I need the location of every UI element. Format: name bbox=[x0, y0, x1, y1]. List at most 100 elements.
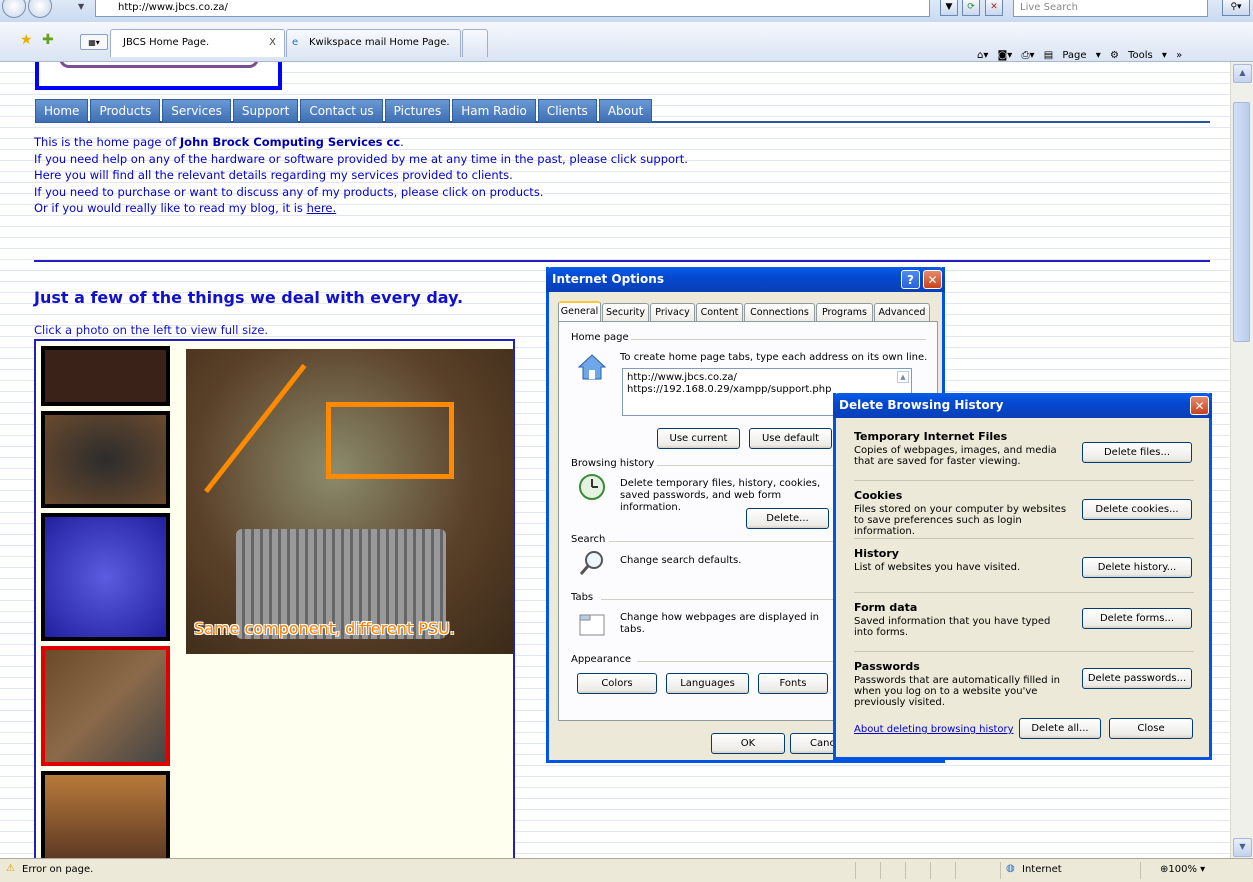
tab-advanced[interactable]: Advanced bbox=[874, 303, 930, 321]
chevron-more-icon[interactable]: » bbox=[1176, 50, 1182, 61]
tools-menu[interactable]: ⚙ Tools ▾ bbox=[1110, 50, 1167, 61]
use-current-button[interactable]: Use current bbox=[657, 428, 740, 449]
home-icon[interactable]: ⌂▾ bbox=[977, 50, 988, 61]
url-dropdown-icon[interactable]: ▼ bbox=[940, 0, 958, 16]
thumbnail-screen[interactable] bbox=[41, 346, 170, 406]
close-button[interactable]: Close bbox=[1109, 718, 1193, 739]
options-tabs: General Security Privacy Content Connect… bbox=[558, 301, 938, 322]
section-divider bbox=[854, 480, 1194, 481]
delete-forms-button[interactable]: Delete forms... bbox=[1082, 608, 1192, 629]
status-divider bbox=[880, 862, 881, 879]
thumbnail-cpu[interactable] bbox=[41, 513, 170, 641]
divider bbox=[34, 260, 1210, 262]
delete-history-button[interactable]: Delete... bbox=[746, 508, 829, 529]
gallery-hint: Click a photo on the left to view full s… bbox=[34, 323, 269, 337]
fonts-button[interactable]: Fonts bbox=[758, 673, 828, 694]
tab-close-icon[interactable]: X bbox=[269, 30, 276, 56]
zoom-level[interactable]: ⊕100% ▾ bbox=[1160, 864, 1205, 875]
tab-general[interactable]: General bbox=[558, 301, 601, 322]
scroll-down-icon[interactable]: ▼ bbox=[1233, 838, 1252, 857]
home-page-text: To create home page tabs, type each addr… bbox=[620, 352, 928, 363]
ok-button[interactable]: OK bbox=[711, 733, 785, 754]
nav-clients[interactable]: Clients bbox=[537, 99, 597, 123]
scroll-up-icon[interactable]: ▲ bbox=[1233, 64, 1252, 83]
stop-icon[interactable]: ✕ bbox=[985, 0, 1003, 16]
globe-icon: ◍ bbox=[1006, 863, 1015, 874]
add-favorite-icon[interactable]: ✚ bbox=[42, 32, 54, 48]
print-icon[interactable]: ⎙▾ bbox=[1021, 50, 1034, 61]
status-divider bbox=[905, 862, 906, 879]
section-heading: Just a few of the things we deal with ev… bbox=[34, 288, 464, 307]
search-icon[interactable]: ⚲▾ bbox=[1222, 0, 1250, 16]
search-input[interactable]: Live Search bbox=[1013, 0, 1208, 17]
status-divider bbox=[930, 862, 931, 879]
delete-cookies-button[interactable]: Delete cookies... bbox=[1082, 499, 1192, 520]
new-tab-button[interactable] bbox=[462, 29, 488, 57]
forward-button[interactable] bbox=[28, 0, 52, 18]
main-photo: Same component, different PSU. bbox=[186, 349, 514, 654]
logo-shape bbox=[59, 62, 259, 68]
status-message[interactable]: Error on page. bbox=[22, 864, 93, 875]
url-input[interactable]: http://www.jbcs.co.za/ bbox=[95, 0, 930, 17]
about-deleting-history-link[interactable]: About deleting browsing history bbox=[854, 724, 1014, 735]
security-zone: Internet bbox=[1022, 864, 1062, 875]
tabs-text: Change how webpages are displayed in tab… bbox=[620, 612, 819, 635]
section-title: Temporary Internet Files bbox=[854, 430, 1008, 443]
quick-tabs-icon[interactable]: ▦▾ bbox=[80, 34, 108, 50]
nav-ham-radio[interactable]: Ham Radio bbox=[452, 99, 536, 123]
scroll-thumb[interactable] bbox=[1233, 102, 1250, 342]
nav-about[interactable]: About bbox=[598, 99, 653, 123]
help-icon[interactable]: ? bbox=[901, 270, 920, 289]
section-description: Saved information that you have typed in… bbox=[854, 616, 1051, 638]
intro-text: This is the home page of John Brock Comp… bbox=[34, 134, 934, 217]
delete-history-button[interactable]: Delete history... bbox=[1082, 557, 1192, 578]
favorites-star-icon[interactable]: ★ bbox=[20, 32, 33, 48]
warning-icon[interactable]: ⚠ bbox=[6, 863, 15, 874]
tab-content[interactable]: Content bbox=[696, 303, 743, 321]
nav-home[interactable]: Home bbox=[35, 99, 89, 123]
scroll-up-icon[interactable]: ▲ bbox=[897, 371, 909, 383]
nav-products[interactable]: Products bbox=[90, 99, 161, 123]
site-nav: Home Products Services Support Contact u… bbox=[35, 99, 1210, 123]
gear-icon: ⚙ bbox=[1109, 50, 1119, 61]
home-page-icon bbox=[577, 352, 607, 382]
tab-programs[interactable]: Programs bbox=[816, 303, 873, 321]
section-description: Copies of webpages, images, and media th… bbox=[854, 445, 1057, 467]
dialog-titlebar[interactable]: Delete Browsing History ✕ bbox=[833, 393, 1212, 418]
delete-passwords-button[interactable]: Delete passwords... bbox=[1082, 668, 1192, 689]
languages-button[interactable]: Languages bbox=[666, 673, 749, 694]
nav-contact-us[interactable]: Contact us bbox=[300, 99, 383, 123]
tab-label: JBCS Home Page. bbox=[123, 37, 210, 48]
nav-services[interactable]: Services bbox=[162, 99, 231, 123]
tab-security[interactable]: Security bbox=[602, 303, 649, 321]
vertical-scrollbar[interactable]: ▲ ▼ bbox=[1230, 62, 1253, 858]
tab-privacy[interactable]: Privacy bbox=[650, 303, 695, 321]
dialog-titlebar[interactable]: Internet Options ? ✕ bbox=[546, 267, 945, 292]
thumbnail-psu-selected[interactable] bbox=[41, 646, 170, 766]
company-name: John Brock Computing Services cc bbox=[179, 135, 401, 149]
thumbnail-socket[interactable] bbox=[41, 411, 170, 508]
tab-kwikspace-mail[interactable]: e Kwikspace mail Home Page. bbox=[286, 29, 461, 57]
use-default-button[interactable]: Use default bbox=[749, 428, 832, 449]
back-button[interactable] bbox=[2, 0, 26, 18]
refresh-icon[interactable]: ⟳ bbox=[962, 0, 980, 16]
tab-jbcs-home[interactable]: JBCS Home Page. X bbox=[110, 29, 285, 57]
feeds-icon[interactable]: ◙▾ bbox=[998, 50, 1013, 61]
status-bar: ⚠ Error on page. ◍ Internet ⊕100% ▾ bbox=[0, 858, 1253, 882]
tab-connections[interactable]: Connections bbox=[744, 303, 815, 321]
delete-all-button[interactable]: Delete all... bbox=[1019, 718, 1101, 739]
nav-buttons bbox=[2, 0, 58, 18]
group-label: Appearance bbox=[571, 654, 632, 665]
delete-files-button[interactable]: Delete files... bbox=[1082, 442, 1192, 463]
nav-support[interactable]: Support bbox=[232, 99, 299, 123]
colors-button[interactable]: Colors bbox=[577, 673, 657, 694]
page-menu[interactable]: ▤ Page ▾ bbox=[1044, 50, 1101, 61]
search-magnifier-icon bbox=[577, 548, 607, 578]
close-icon[interactable]: ✕ bbox=[1190, 396, 1209, 415]
group-label: Tabs bbox=[571, 592, 594, 603]
blog-link[interactable]: here. bbox=[307, 201, 337, 215]
thumbnail-workshop[interactable] bbox=[41, 771, 170, 858]
nav-pictures[interactable]: Pictures bbox=[384, 99, 451, 123]
close-icon[interactable]: ✕ bbox=[923, 270, 942, 289]
recent-pages-dropdown-icon[interactable]: ▼ bbox=[78, 2, 84, 11]
